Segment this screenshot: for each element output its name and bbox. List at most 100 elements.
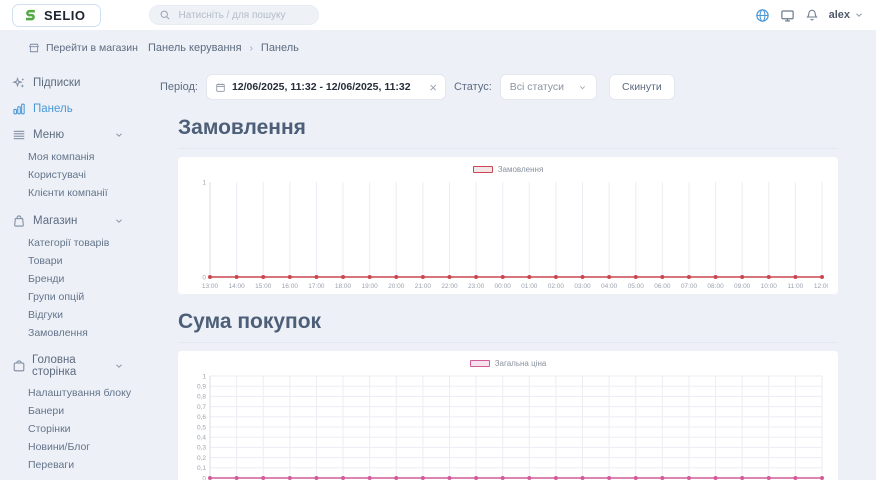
sidebar-subitem[interactable]: Товари — [28, 252, 140, 270]
period-label: Період: — [160, 81, 198, 93]
svg-text:19:00: 19:00 — [362, 283, 379, 290]
svg-text:20:00: 20:00 — [388, 283, 405, 290]
svg-text:15:00: 15:00 — [255, 283, 272, 290]
chevron-down-icon — [854, 10, 864, 20]
svg-text:07:00: 07:00 — [681, 283, 698, 290]
monitor-icon[interactable] — [780, 8, 795, 23]
selio-logo-icon — [23, 8, 38, 23]
svg-text:0: 0 — [202, 475, 206, 480]
svg-text:0,6: 0,6 — [197, 414, 206, 421]
svg-text:0,3: 0,3 — [197, 445, 206, 452]
svg-text:0,4: 0,4 — [197, 435, 206, 442]
svg-text:0,8: 0,8 — [197, 394, 206, 401]
svg-text:1: 1 — [202, 179, 206, 186]
calendar-icon — [215, 82, 226, 93]
purchases-chart: 13:0014:0015:0016:0017:0018:0019:0020:00… — [188, 370, 828, 480]
legend-swatch — [473, 166, 493, 173]
home-page-icon — [12, 359, 26, 373]
sidebar-subitem[interactable]: Новини/Блог — [28, 438, 140, 456]
sidebar-subitem[interactable]: Бренди — [28, 270, 140, 288]
svg-text:0: 0 — [202, 274, 206, 281]
sidebar-item-label: Підписки — [33, 77, 80, 89]
svg-text:0,5: 0,5 — [197, 424, 206, 431]
sidebar-item-menu[interactable]: Меню — [12, 122, 140, 148]
logo[interactable]: SELIO — [12, 4, 101, 27]
breadcrumb-separator: › — [250, 43, 253, 54]
svg-text:08:00: 08:00 — [707, 283, 724, 290]
bell-icon[interactable] — [805, 8, 819, 22]
sidebar-nav: Підписки Панель Меню Моя компаніяКористувач… — [12, 70, 140, 480]
svg-text:03:00: 03:00 — [574, 283, 591, 290]
svg-text:10:00: 10:00 — [761, 283, 778, 290]
shopping-bag-icon — [12, 214, 27, 228]
purchases-chart-card: Загальна ціна 13:0014:0015:0016:0017:001… — [178, 351, 838, 480]
svg-text:0,9: 0,9 — [197, 384, 206, 391]
sidebar: Перейти в магазин Підписки Панель Меню Моя … — [0, 30, 140, 480]
period-value: 12/06/2025, 11:32 - 12/06/2025, 11:32 — [232, 81, 423, 93]
svg-text:02:00: 02:00 — [548, 283, 565, 290]
globe-icon[interactable] — [755, 8, 770, 23]
legend-swatch — [470, 360, 490, 367]
svg-text:12:00: 12:00 — [814, 283, 828, 290]
sidebar-item-label: Головна сторінка — [32, 354, 108, 378]
sidebar-subitem[interactable]: Моя компанія — [28, 148, 140, 166]
menu-list-icon — [12, 128, 27, 142]
sparkles-icon — [12, 76, 27, 90]
sidebar-subitem[interactable]: Сторінки — [28, 420, 140, 438]
breadcrumb-item-current: Панель — [261, 42, 299, 54]
purchases-legend: Загальна ціна — [188, 359, 828, 368]
breadcrumb-item[interactable]: Панель керування — [148, 42, 242, 54]
legend-label: Загальна ціна — [495, 359, 547, 368]
purchases-section-title: Сума покупок — [178, 310, 838, 343]
orders-legend: Замовлення — [188, 165, 828, 174]
sidebar-subitem[interactable]: Користувачі — [28, 166, 140, 184]
svg-text:23:00: 23:00 — [468, 283, 485, 290]
user-menu[interactable]: alex — [829, 9, 864, 21]
user-name: alex — [829, 9, 850, 21]
status-select[interactable]: Всі статуси — [500, 74, 597, 100]
svg-text:0,7: 0,7 — [197, 404, 206, 411]
svg-text:00:00: 00:00 — [495, 283, 512, 290]
svg-text:11:00: 11:00 — [787, 283, 803, 290]
sidebar-item-subscriptions[interactable]: Підписки — [12, 70, 140, 96]
svg-text:06:00: 06:00 — [654, 283, 671, 290]
chevron-down-icon — [114, 216, 124, 226]
sidebar-subitem[interactable]: Категорії товарів — [28, 234, 140, 252]
sidebar-item-home-page[interactable]: Головна сторінка — [12, 348, 140, 384]
clear-icon[interactable]: × — [429, 81, 437, 94]
breadcrumb: Панель керування › Панель — [148, 42, 876, 54]
search-bar[interactable] — [149, 5, 319, 25]
svg-text:1: 1 — [202, 373, 206, 380]
chevron-down-icon — [114, 361, 124, 371]
main-content: Панель керування › Панель Період: 12/06/… — [140, 30, 876, 480]
sidebar-item-label: Магазин — [33, 215, 77, 227]
svg-text:17:00: 17:00 — [308, 283, 325, 290]
svg-text:09:00: 09:00 — [734, 283, 751, 290]
header: SELIO alex — [0, 0, 876, 30]
status-value: Всі статуси — [510, 81, 564, 93]
orders-chart-card: Замовлення 13:0014:0015:0016:0017:0018:0… — [178, 157, 838, 294]
sidebar-subnav-menu: Моя компаніяКористувачіКлієнти компанії — [12, 148, 140, 202]
sidebar-subitem[interactable]: Групи опцій — [28, 288, 140, 306]
svg-text:21:00: 21:00 — [415, 283, 432, 290]
filter-bar: Період: 12/06/2025, 11:32 - 12/06/2025, … — [160, 74, 876, 100]
sidebar-subitem[interactable]: Замовлення — [28, 324, 140, 342]
sidebar-item-dashboard[interactable]: Панель — [12, 96, 140, 122]
goto-store-link[interactable]: Перейти в магазин — [12, 42, 140, 54]
sidebar-subitem[interactable]: Банери — [28, 402, 140, 420]
search-input[interactable] — [177, 9, 309, 22]
sidebar-subitem[interactable]: Переваги — [28, 456, 140, 474]
svg-text:0,2: 0,2 — [197, 455, 206, 462]
svg-text:14:00: 14:00 — [228, 283, 245, 290]
sidebar-item-store[interactable]: Магазин — [12, 208, 140, 234]
goto-store-label: Перейти в магазин — [46, 42, 138, 54]
sidebar-item-label: Меню — [33, 129, 64, 141]
sidebar-subnav-store: Категорії товарівТовариБрендиГрупи опцій… — [12, 234, 140, 342]
sidebar-subitem[interactable]: Налаштування блоку — [28, 384, 140, 402]
sidebar-subitem[interactable]: Відгуки — [28, 306, 140, 324]
reset-button[interactable]: Скинути — [609, 74, 675, 100]
sidebar-subnav-home-page: Налаштування блокуБанериСторінкиНовини/Б… — [12, 384, 140, 474]
period-input[interactable]: 12/06/2025, 11:32 - 12/06/2025, 11:32 × — [206, 74, 446, 100]
svg-text:22:00: 22:00 — [441, 283, 458, 290]
sidebar-subitem[interactable]: Клієнти компанії — [28, 184, 140, 202]
